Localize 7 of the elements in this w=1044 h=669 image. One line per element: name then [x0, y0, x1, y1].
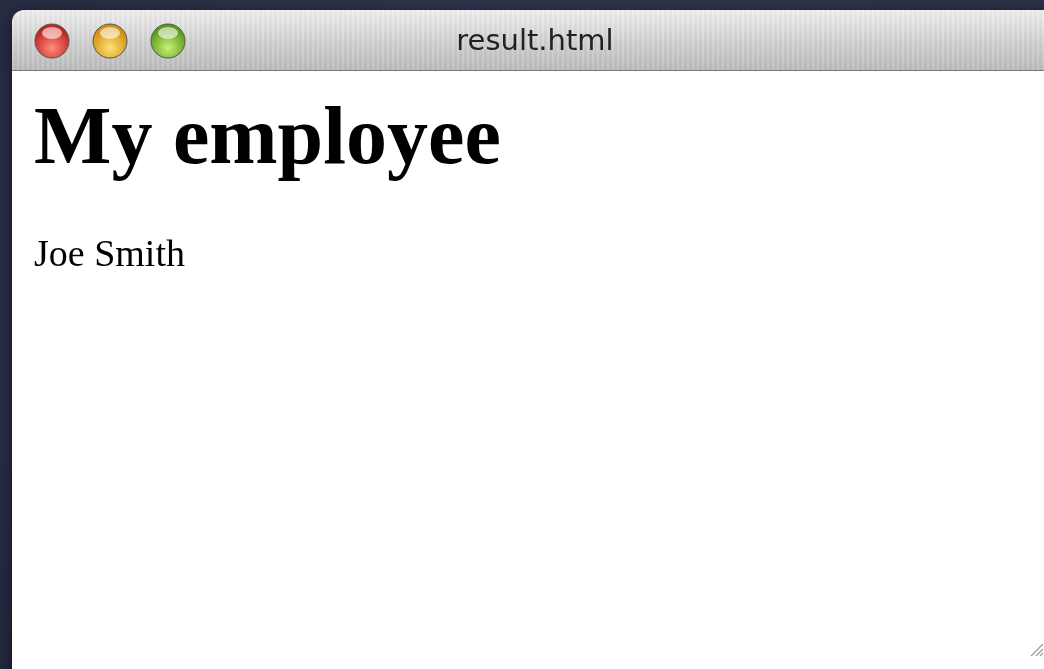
minimize-icon[interactable] — [92, 23, 128, 59]
employee-name: Joe Smith — [34, 231, 185, 276]
close-icon[interactable] — [34, 23, 70, 59]
page-heading: My employee — [34, 91, 501, 182]
resize-grip-icon[interactable] — [1028, 641, 1044, 657]
window-title: result.html — [456, 23, 614, 57]
zoom-icon[interactable] — [150, 23, 186, 59]
